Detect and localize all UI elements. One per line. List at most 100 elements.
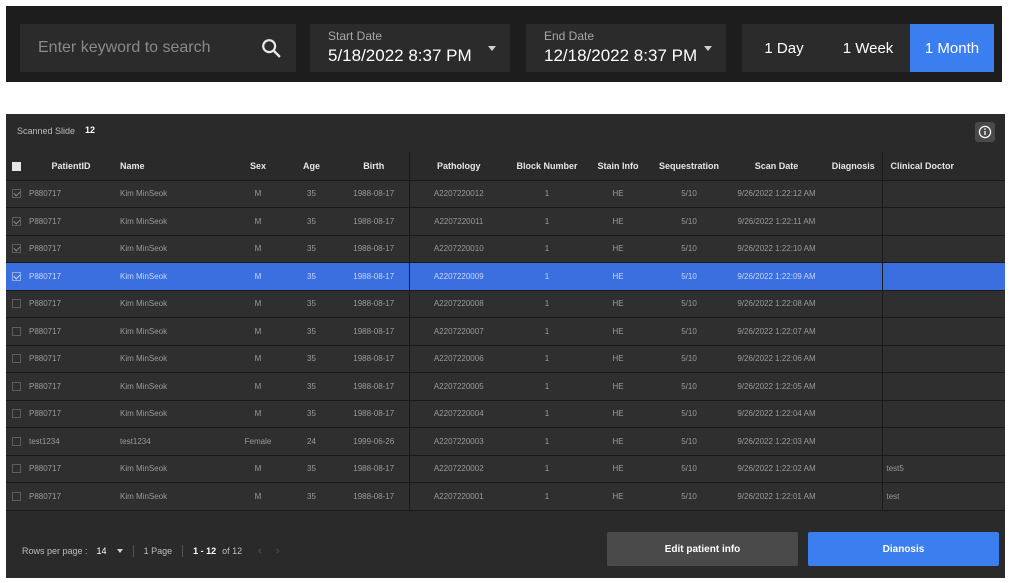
row-checkbox[interactable] bbox=[11, 436, 21, 446]
row-checkbox[interactable] bbox=[11, 299, 21, 309]
chevron-left-icon[interactable]: ‹ bbox=[258, 545, 262, 557]
cell-clinical-doctor: test bbox=[882, 482, 1005, 511]
row-checkbox[interactable] bbox=[11, 326, 21, 336]
table-row[interactable]: P880717 Kim MinSeok M 35 1988-08-17 A22072200… bbox=[6, 207, 1005, 236]
row-checkbox[interactable] bbox=[11, 354, 21, 364]
col-patient-id[interactable]: PatientID bbox=[26, 152, 116, 181]
col-birth[interactable]: Birth bbox=[339, 152, 410, 181]
cell-pathology: A2207220011 bbox=[409, 207, 508, 236]
end-date-value: 12/18/2022 8:37 PM bbox=[544, 46, 698, 65]
row-checkbox[interactable] bbox=[11, 244, 21, 254]
col-sex[interactable]: Sex bbox=[232, 152, 284, 181]
col-scan-date[interactable]: Scan Date bbox=[728, 152, 825, 181]
cell-birth: 1999-06-26 bbox=[339, 427, 410, 456]
col-stain-info[interactable]: Stain Info bbox=[586, 152, 650, 181]
scanned-slide-panel: Scanned Slide 12 PatientID Name Sex Age … bbox=[6, 114, 1005, 578]
cell-pathology: A2207220008 bbox=[409, 290, 508, 318]
range-1-day-button[interactable]: 1 Day bbox=[742, 24, 826, 72]
table-row[interactable]: P880717 Kim MinSeok M 35 1988-08-17 A22072200… bbox=[6, 400, 1005, 428]
slide-table: PatientID Name Sex Age Birth Pathology B… bbox=[6, 152, 1005, 511]
table-row[interactable]: P880717 Kim MinSeok M 35 1988-08-17 A22072200… bbox=[6, 455, 1005, 483]
cell-sex: M bbox=[232, 345, 284, 373]
cell-name: Kim MinSeok bbox=[116, 290, 232, 318]
chevron-down-icon[interactable] bbox=[704, 46, 712, 51]
cell-sequestration: 5/10 bbox=[650, 345, 728, 373]
cell-stain-info: HE bbox=[586, 180, 650, 208]
cell-sequestration: 5/10 bbox=[650, 372, 728, 401]
table-row[interactable]: P880717 Kim MinSeok M 35 1988-08-17 A22072200… bbox=[6, 317, 1005, 346]
range-1-month-button[interactable]: 1 Month bbox=[910, 24, 994, 72]
row-checkbox[interactable] bbox=[11, 271, 21, 281]
table-row[interactable]: P880717 Kim MinSeok M 35 1988-08-17 A22072200… bbox=[6, 345, 1005, 373]
end-date-picker[interactable]: End Date 12/18/2022 8:37 PM bbox=[526, 24, 726, 72]
row-checkbox-cell bbox=[6, 372, 26, 401]
rows-per-page-select[interactable]: 14 bbox=[97, 546, 107, 556]
cell-sequestration: 5/10 bbox=[650, 290, 728, 318]
cell-block-number: 1 bbox=[508, 400, 586, 428]
row-checkbox[interactable] bbox=[11, 464, 21, 474]
cell-sequestration: 5/10 bbox=[650, 317, 728, 346]
cell-scan-date: 9/26/2022 1:22:01 AM bbox=[728, 482, 825, 511]
end-date-label: End Date bbox=[544, 29, 595, 43]
col-pathology[interactable]: Pathology bbox=[409, 152, 508, 181]
table-row[interactable]: P880717 Kim MinSeok M 35 1988-08-17 A22072200… bbox=[6, 235, 1005, 263]
cell-pathology: A2207220006 bbox=[409, 345, 508, 373]
chevron-down-icon[interactable] bbox=[488, 46, 496, 51]
row-checkbox[interactable] bbox=[11, 491, 21, 501]
search-input[interactable] bbox=[20, 24, 250, 72]
start-date-value: 5/18/2022 8:37 PM bbox=[328, 46, 472, 65]
cell-pathology: A2207220007 bbox=[409, 317, 508, 346]
cell-diagnosis bbox=[825, 345, 883, 373]
cell-clinical-doctor bbox=[882, 207, 1005, 236]
table-row[interactable]: P880717 Kim MinSeok M 35 1988-08-17 A22072200… bbox=[6, 482, 1005, 511]
diagnosis-button[interactable]: Dianosis bbox=[808, 532, 999, 566]
row-checkbox-cell bbox=[6, 427, 26, 456]
range-1-week-button[interactable]: 1 Week bbox=[826, 24, 910, 72]
table-row[interactable]: P880717 Kim MinSeok M 35 1988-08-17 A22072200… bbox=[6, 372, 1005, 401]
table-footer: Rows per page : 14 1 Page 1 - 12 of 12 ‹… bbox=[6, 514, 1005, 578]
table-row[interactable]: P880717 Kim MinSeok M 35 1988-08-17 A22072200… bbox=[6, 262, 1005, 291]
select-all-checkbox[interactable] bbox=[11, 161, 21, 171]
cell-stain-info: HE bbox=[586, 290, 650, 318]
cell-birth: 1988-08-17 bbox=[339, 207, 410, 236]
cell-patient-id: P880717 bbox=[26, 400, 116, 428]
cell-clinical-doctor bbox=[882, 372, 1005, 401]
col-name[interactable]: Name bbox=[116, 152, 232, 181]
row-checkbox[interactable] bbox=[11, 409, 21, 419]
chevron-right-icon[interactable]: › bbox=[276, 545, 280, 557]
row-checkbox[interactable] bbox=[11, 189, 21, 199]
row-checkbox-cell bbox=[6, 180, 26, 208]
cell-clinical-doctor: test5 bbox=[882, 455, 1005, 483]
col-block-number[interactable]: Block Number bbox=[508, 152, 586, 181]
cell-block-number: 1 bbox=[508, 427, 586, 456]
cell-sequestration: 5/10 bbox=[650, 482, 728, 511]
cell-birth: 1988-08-17 bbox=[339, 235, 410, 263]
search-icon[interactable] bbox=[260, 37, 282, 59]
col-age[interactable]: Age bbox=[284, 152, 339, 181]
cell-sequestration: 5/10 bbox=[650, 262, 728, 291]
cell-sex: M bbox=[232, 290, 284, 318]
table-row[interactable]: P880717 Kim MinSeok M 35 1988-08-17 A22072200… bbox=[6, 180, 1005, 208]
cell-block-number: 1 bbox=[508, 317, 586, 346]
edit-patient-info-button[interactable]: Edit patient info bbox=[607, 532, 798, 566]
cell-pathology: A2207220002 bbox=[409, 455, 508, 483]
cell-pathology: A2207220005 bbox=[409, 372, 508, 401]
col-sequestration[interactable]: Sequestration bbox=[650, 152, 728, 181]
col-clinical-doctor[interactable]: Clinical Doctor bbox=[882, 152, 1005, 181]
table-row[interactable]: test1234 test1234 Female 24 1999-06-26 A22072… bbox=[6, 427, 1005, 456]
slide-count: 12 bbox=[85, 125, 96, 135]
chevron-down-icon[interactable] bbox=[116, 549, 123, 553]
cell-stain-info: HE bbox=[586, 235, 650, 263]
cell-patient-id: P880717 bbox=[26, 345, 116, 373]
row-checkbox[interactable] bbox=[11, 381, 21, 391]
row-checkbox[interactable] bbox=[11, 216, 21, 226]
cell-age: 35 bbox=[284, 207, 339, 236]
cell-diagnosis bbox=[825, 180, 883, 208]
col-diagnosis[interactable]: Diagnosis bbox=[825, 152, 883, 181]
select-all-cell bbox=[6, 152, 26, 181]
start-date-picker[interactable]: Start Date 5/18/2022 8:37 PM bbox=[310, 24, 510, 72]
cell-stain-info: HE bbox=[586, 345, 650, 373]
table-row[interactable]: P880717 Kim MinSeok M 35 1988-08-17 A22072200… bbox=[6, 290, 1005, 318]
cell-diagnosis bbox=[825, 207, 883, 236]
info-button[interactable] bbox=[975, 122, 995, 142]
